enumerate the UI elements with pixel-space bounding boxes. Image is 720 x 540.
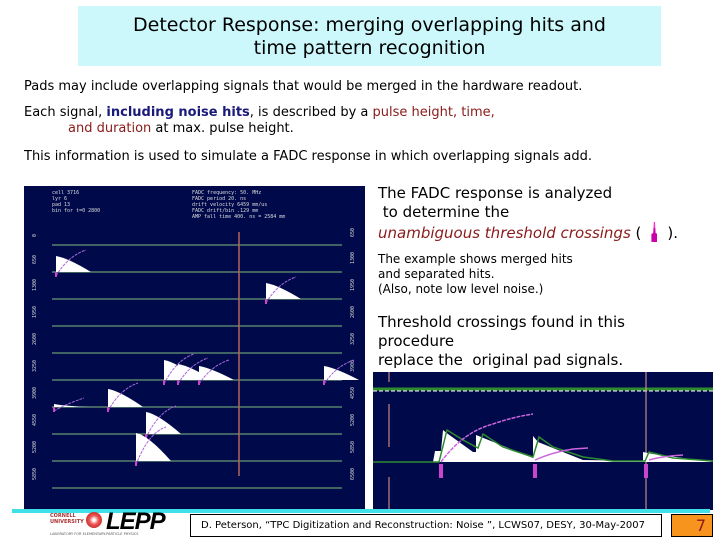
- pulse: [146, 412, 181, 434]
- pulse: [266, 283, 301, 299]
- crossing-marker-2: [533, 464, 537, 478]
- plot-rows: 0 650 650 1300 1300 1950 1950 2600 2600 3250 3250 3…: [32, 228, 359, 489]
- paragraph-3: This information is used to simulate a F…: [24, 149, 592, 164]
- right-text-block-3: Threshold crossings found in this proced…: [378, 313, 625, 370]
- crossing-marker-3: [644, 464, 648, 478]
- p2-text-c: at max. pulse height.: [151, 121, 294, 136]
- page-number: 7: [671, 514, 713, 537]
- paragraph-2: Each signal, including noise hits, is de…: [24, 105, 495, 137]
- pulse: [136, 433, 171, 461]
- row-label-left: 5200: [32, 441, 38, 453]
- row-label-left: 0: [32, 234, 38, 237]
- p2-text-b: , is described by a: [249, 105, 373, 120]
- title-line-1: Detector Response: merging overlapping h…: [133, 14, 606, 36]
- row-label-right: 5850: [350, 441, 356, 453]
- row-label-left: 5850: [32, 468, 38, 480]
- r1-open: (: [630, 224, 642, 242]
- pulse-integral: [53, 397, 85, 412]
- r3-line-2: procedure: [378, 332, 455, 350]
- row-label-right: 3250: [350, 333, 356, 345]
- row-label-left: 3900: [32, 387, 38, 399]
- r2-line-2: and separated hits.: [378, 267, 495, 281]
- right-text-block-1: The FADC response is analyzed to determi…: [378, 184, 678, 243]
- zoomed-fadc-svg: [373, 372, 714, 510]
- crossing-marker: [107, 407, 109, 412]
- title-line-2: time pattern recognition: [253, 37, 486, 59]
- row-label-right: 5200: [350, 414, 356, 426]
- r3-line-3: replace the original pad signals.: [378, 351, 624, 369]
- row-label-right: 6500: [350, 468, 356, 480]
- r2-line-3: (Also, note low level noise.): [378, 282, 544, 296]
- zoomed-fadc-display: [373, 372, 714, 510]
- r1-italic: unambiguous threshold crossings: [378, 224, 631, 242]
- row-label-right: 2600: [350, 306, 356, 318]
- row-label-left: 2600: [32, 333, 38, 345]
- p2-red-2: and duration: [68, 121, 152, 136]
- pulse: [108, 389, 143, 407]
- crossing-marker: [53, 407, 55, 412]
- r1-line-2: to determine the: [378, 203, 510, 221]
- fadc-event-display-svg: cell 3716lyr 6pad 13bin for t=0 2800 FAD…: [32, 190, 359, 489]
- pulse: [56, 256, 91, 272]
- r1-line-1: The FADC response is analyzed: [378, 184, 613, 202]
- row-label-right: 1300: [350, 252, 356, 264]
- r2-line-1: The example shows merged hits: [378, 252, 573, 266]
- row-label-right: 3900: [350, 360, 356, 372]
- crossing-marker: [135, 461, 137, 466]
- plot-header-right: FADC frequency: 50. MHzFADC period 20. n…: [192, 190, 285, 220]
- crossing-marker: [265, 299, 267, 304]
- header-right-line: AMP fall time 400. ns = 2584 mm: [192, 214, 285, 220]
- p2-bold: including noise hits: [106, 105, 250, 120]
- row-label-right: 4550: [350, 387, 356, 399]
- plot-header-left: cell 3716lyr 6pad 13bin for t=0 2800: [52, 190, 100, 214]
- crossing-marker: [323, 380, 325, 385]
- right-text-block-2: The example shows merged hits and separa…: [378, 252, 573, 297]
- r3-line-1: Threshold crossings found in this: [378, 313, 625, 331]
- paragraph-1: Pads may include overlapping signals tha…: [24, 79, 583, 94]
- slide-title: Detector Response: merging overlapping h…: [78, 6, 661, 66]
- crossing-marker-1: [439, 464, 443, 478]
- lepp-logo: CORNELL UNIVERSITY LEPP LABORATORY FOR E…: [48, 508, 178, 539]
- logo-emblem-icon: [86, 512, 102, 528]
- threshold-crossing-marker-icon: [651, 222, 658, 242]
- p2-red-1: pulse height, time,: [372, 105, 495, 120]
- pulse: [199, 366, 234, 380]
- logo-caption: LABORATORY FOR ELEMENTARY-PARTICLE PHYSI…: [50, 532, 139, 536]
- crossing-marker: [55, 272, 57, 277]
- r1-close: ).: [667, 224, 679, 242]
- crossing-marker: [177, 380, 179, 385]
- crossing-marker: [163, 380, 165, 385]
- row-label-left: 3250: [32, 360, 38, 372]
- fadc-event-display: cell 3716 lyr 6 pad 13 bin for t=0 2800 FAD…: [24, 186, 365, 509]
- row-label-left: 4550: [32, 414, 38, 426]
- row-label-left: 650: [32, 255, 38, 264]
- row-label-left: 1300: [32, 279, 38, 291]
- logo-university: UNIVERSITY: [50, 519, 84, 525]
- row-label-right: 650: [350, 228, 356, 237]
- r1-line-3: unambiguous threshold crossings ().: [378, 222, 678, 243]
- row-label-right: 1950: [350, 279, 356, 291]
- row-label-left: 1950: [32, 306, 38, 318]
- citation-box: D. Peterson, “TPC Digitization and Recon…: [190, 514, 662, 537]
- crossing-marker: [198, 380, 200, 385]
- header-left-line: bin for t=0 2800: [52, 208, 100, 214]
- p2-text-a: Each signal,: [24, 105, 107, 120]
